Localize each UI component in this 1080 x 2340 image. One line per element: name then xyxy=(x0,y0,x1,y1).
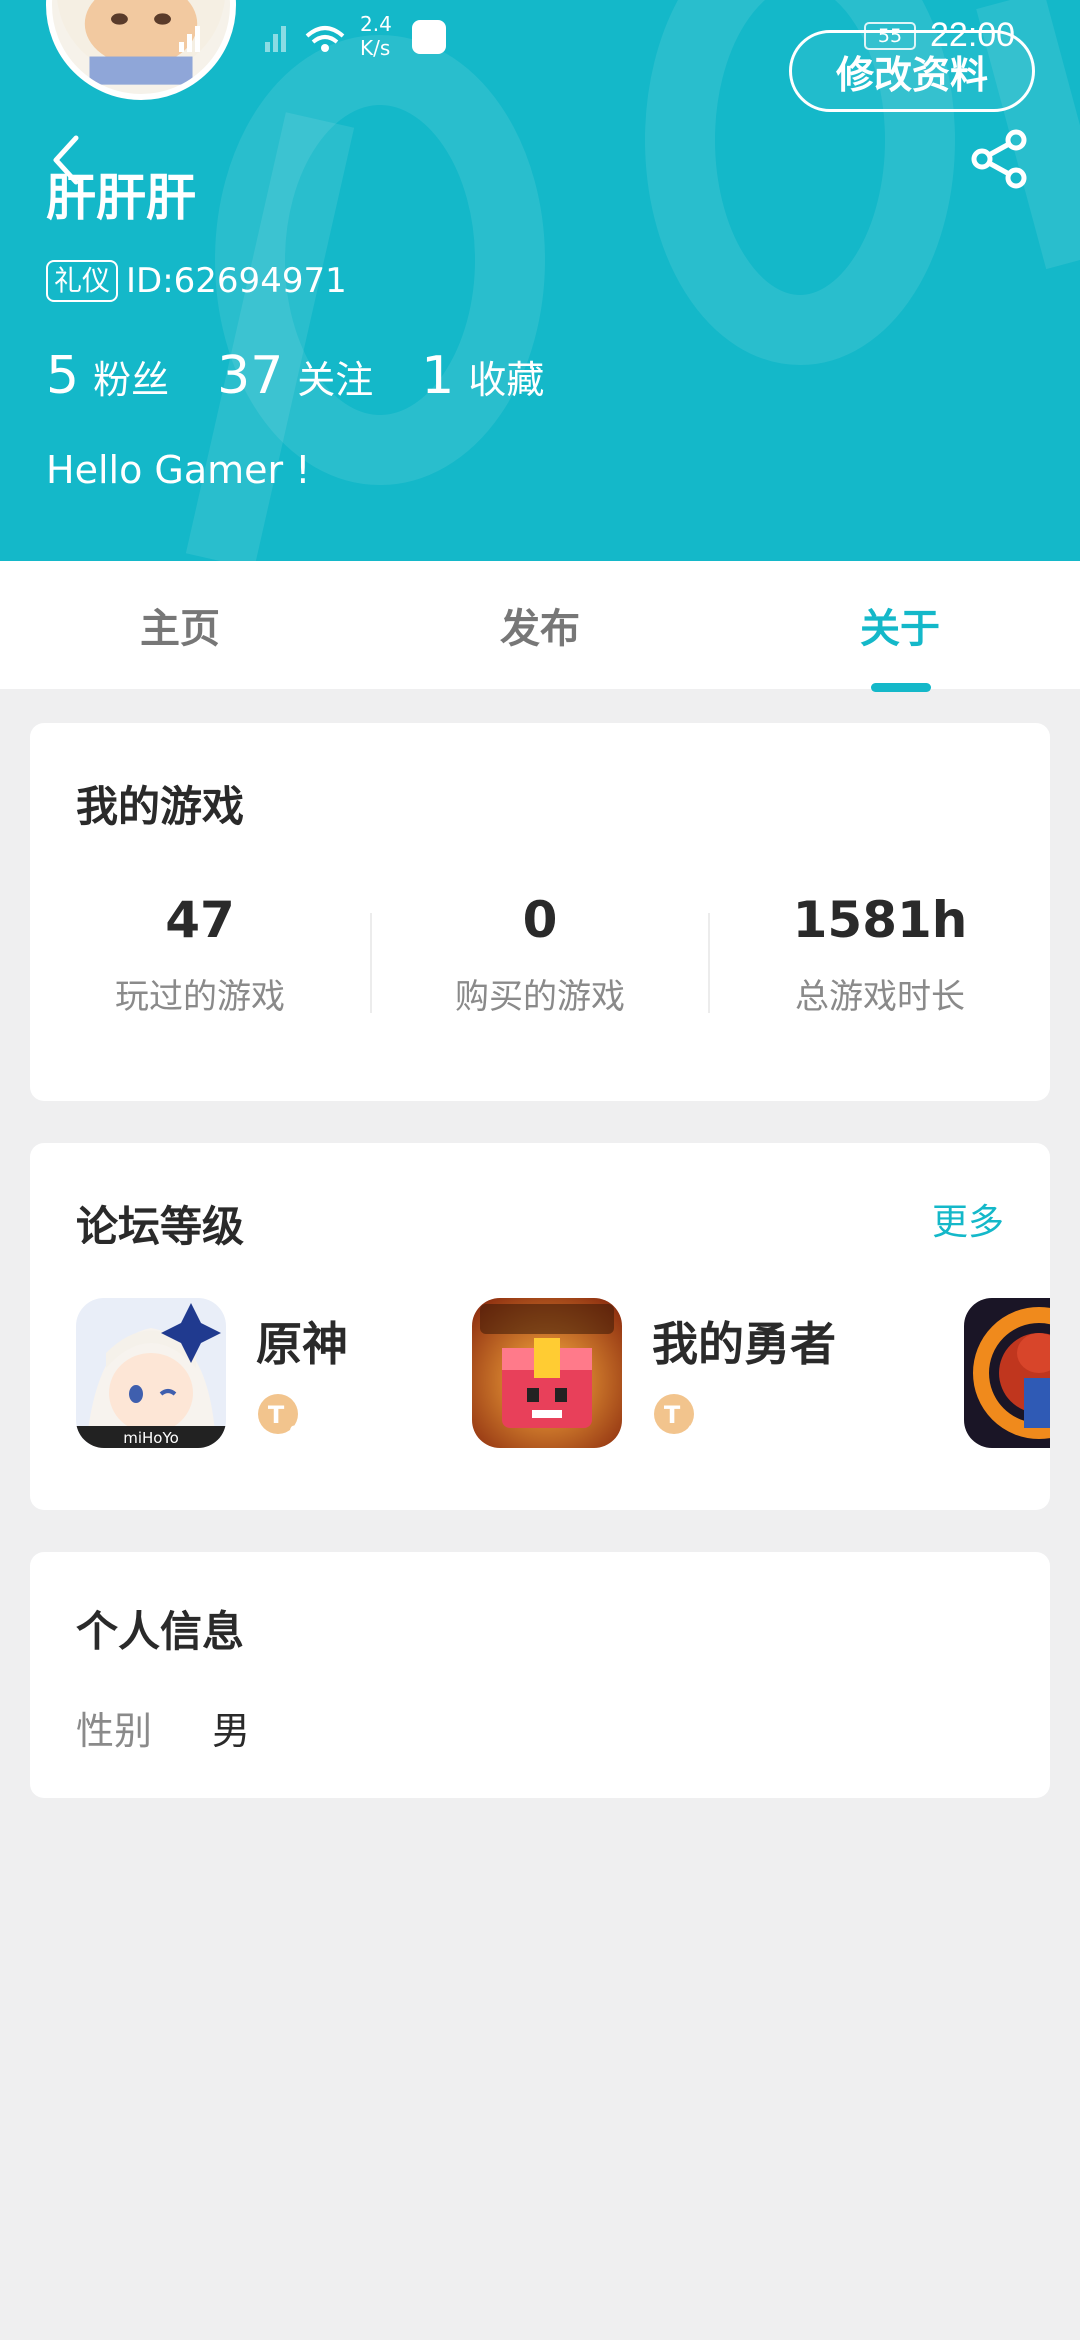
following-label: 关注 xyxy=(297,358,374,402)
forum-level-title: 论坛等级 xyxy=(76,1202,245,1251)
played-games-label: 玩过的游戏 xyxy=(115,977,285,1017)
games-stats: 47 玩过的游戏 0 购买的游戏 1581h 总游戏时长 xyxy=(30,891,1050,1021)
signal-icon xyxy=(179,26,345,52)
more-link[interactable]: 更多 xyxy=(932,1193,1004,1245)
followers-count: 5 xyxy=(46,346,80,406)
forum-game-item[interactable]: 我的勇者 T 4 xyxy=(472,1298,836,1448)
my-games-card: 我的游戏 47 玩过的游戏 0 购买的游戏 1581h 总游戏时长 xyxy=(30,723,1050,1101)
gender-value: 男 xyxy=(212,1709,251,1753)
forum-game-item[interactable] xyxy=(964,1298,1050,1448)
level-badge-icon: T 4 xyxy=(654,1394,695,1440)
svg-text:miHoYo: miHoYo xyxy=(123,1429,179,1447)
followers-stat[interactable]: 5 粉丝 xyxy=(46,346,169,406)
level-badge-icon: T 6 xyxy=(258,1394,299,1440)
my-hero-icon xyxy=(472,1298,622,1448)
playtime-label: 总游戏时长 xyxy=(795,977,965,1017)
profile-stats: 5 粉丝 37 关注 1 收藏 xyxy=(46,346,592,406)
played-games-count: 47 xyxy=(165,891,235,949)
svg-text:4: 4 xyxy=(685,1424,695,1440)
active-tab-indicator xyxy=(871,683,931,692)
network-speed: 2.4 K/s xyxy=(360,12,392,60)
user-badge[interactable]: 礼仪 xyxy=(46,260,119,302)
bio: Hello Gamer ! xyxy=(46,448,311,492)
user-id: ID:62694971 xyxy=(126,261,347,301)
app-notification-icon xyxy=(412,20,446,54)
profile-header: 2.4 K/s 55 22:00 修改资料 肝肝肝 礼仪 ID:62694971… xyxy=(0,0,1080,561)
purchased-games-stat[interactable]: 0 购买的游戏 xyxy=(370,891,710,1018)
tab-home[interactable]: 主页 xyxy=(0,561,360,689)
tab-posts[interactable]: 发布 xyxy=(360,561,720,689)
genshin-icon: miHoYo xyxy=(76,1298,226,1448)
gender-row: 性别 男 xyxy=(76,1700,250,1755)
following-stat[interactable]: 37 关注 xyxy=(217,346,373,406)
svg-text:T: T xyxy=(664,1401,681,1429)
favorites-stat[interactable]: 1 收藏 xyxy=(421,346,544,406)
personal-info-card: 个人信息 性别 男 xyxy=(30,1552,1050,1798)
personal-info-title: 个人信息 xyxy=(76,1607,245,1656)
fighter-game-icon xyxy=(964,1298,1050,1448)
game-name: 我的勇者 xyxy=(652,1317,836,1371)
profile-tabs: 主页 发布 关于 xyxy=(0,561,1080,689)
favorites-label: 收藏 xyxy=(468,358,545,402)
played-games-stat[interactable]: 47 玩过的游戏 xyxy=(30,891,370,1018)
game-name: 原神 xyxy=(256,1317,348,1371)
tab-about[interactable]: 关于 xyxy=(720,561,1080,689)
svg-text:6: 6 xyxy=(289,1424,299,1440)
favorites-count: 1 xyxy=(421,346,455,406)
username: 肝肝肝 xyxy=(46,169,196,227)
following-count: 37 xyxy=(217,346,284,406)
forum-game-item[interactable]: miHoYo 原神 T 6 xyxy=(76,1298,436,1448)
my-games-title: 我的游戏 xyxy=(76,782,245,831)
forum-level-card: 论坛等级 更多 miHoYo 原神 T 6 我的勇者 T 4 xyxy=(30,1143,1050,1510)
playtime-stat[interactable]: 1581h 总游戏时长 xyxy=(710,891,1050,1018)
followers-label: 粉丝 xyxy=(93,358,170,402)
share-icon[interactable] xyxy=(968,128,1030,190)
svg-text:T: T xyxy=(268,1401,285,1429)
purchased-games-count: 0 xyxy=(522,891,558,949)
edit-profile-button[interactable]: 修改资料 xyxy=(789,30,1035,112)
purchased-games-label: 购买的游戏 xyxy=(455,977,625,1017)
playtime-value: 1581h xyxy=(792,891,968,949)
gender-label: 性别 xyxy=(76,1709,153,1753)
